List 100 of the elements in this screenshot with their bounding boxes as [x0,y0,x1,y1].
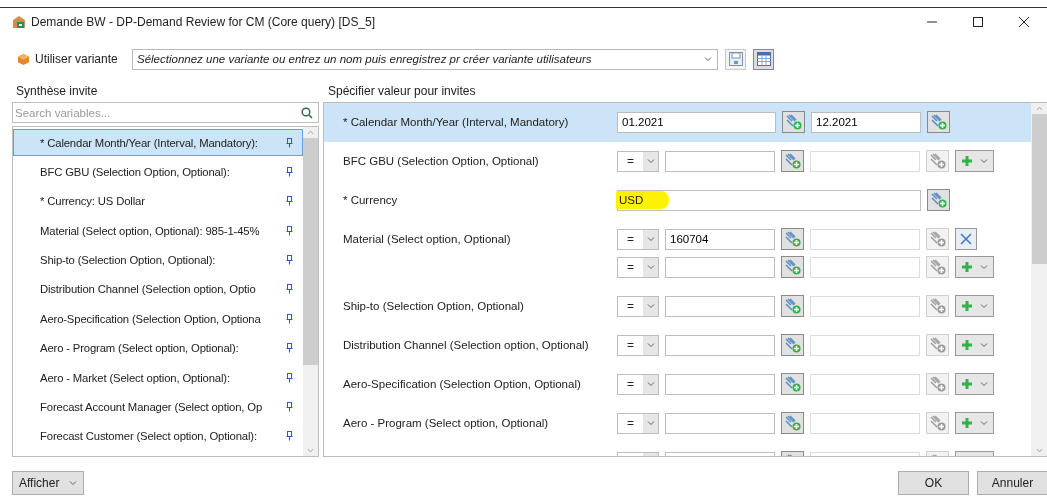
prompt-row[interactable]: * Calendar Month/Year (Interval, Mandatory) 01.2021 12.2021 [324,103,1031,142]
pin-icon[interactable] [286,284,293,295]
add-dropdown-button[interactable] [955,373,994,395]
scrollbar[interactable] [303,127,318,456]
search-field[interactable]: Search variables... [12,102,319,123]
range-field[interactable] [810,334,920,356]
stripes-plus-icon [784,376,801,392]
plus-icon [961,378,973,390]
operator-dropdown[interactable]: = [617,373,659,395]
display-dropdown-button[interactable]: Afficher [12,471,84,495]
pin-icon[interactable] [286,402,293,412]
stripes-plus-icon [785,114,802,130]
variable-item[interactable]: Aero - Market (Select option, Optional): [13,364,303,392]
variable-item[interactable]: Aero - Program (Select option, Optional): [13,334,303,362]
cancel-button[interactable]: Annuler [977,471,1047,495]
variant-combobox[interactable]: Sélectionnez une variante ou entrez un nom puis enregistrez pr créer variante utilisateurs [132,48,718,70]
value-help-button[interactable] [927,111,950,133]
variable-item[interactable]: * Currency: US Dollar [13,187,303,215]
variable-item[interactable]: Distribution Channel (Selection option, Optio [13,275,303,303]
chevron-down-icon [646,236,655,242]
operator-dropdown[interactable]: = [617,256,659,278]
value-help-button[interactable] [926,412,949,434]
plus-icon [961,261,973,273]
operator-dropdown[interactable]: = [617,412,659,434]
table-button[interactable] [753,48,774,70]
variable-item[interactable]: BFC GBU (Selection Option, Optional): [13,158,303,186]
ok-button[interactable]: OK [898,471,969,495]
value-field[interactable] [665,373,775,395]
value-field[interactable]: USD [617,189,921,211]
prompt-row[interactable]: * Currency USD [324,181,1031,220]
prompt-row[interactable]: BFC GBU (Selection Option, Optional) = [324,142,1031,181]
variable-item[interactable]: Forecast Customer (Select option, Optional): [13,422,303,450]
add-dropdown-button[interactable] [955,334,994,356]
prompt-row[interactable]: Material (Select option, Optional) = 160704 = [324,220,1031,287]
operator-dropdown[interactable]: = [617,150,659,172]
range-field[interactable] [810,228,920,250]
pin-icon[interactable] [286,313,293,324]
prompt-row[interactable]: Ship-to (Selection Option, Optional) = [324,287,1031,326]
chevron-up-icon [1035,106,1043,111]
value-field[interactable] [665,256,775,278]
value-field[interactable] [665,334,775,356]
pin-icon[interactable] [286,255,293,266]
range-field[interactable] [810,256,920,278]
value-help-button[interactable] [781,295,804,317]
value-help-button[interactable] [926,373,949,395]
scrollbar-thumb[interactable] [303,138,318,365]
value-help-button[interactable] [782,111,805,133]
save-button[interactable] [725,48,746,70]
value-field[interactable]: 160704 [665,228,775,250]
to-field[interactable]: 12.2021 [811,111,921,133]
pin-icon[interactable] [286,225,293,236]
scrollbar[interactable] [1031,103,1047,456]
prompt-row[interactable]: Aero - Program (Select option, Optional) = [324,404,1031,443]
value-help-button[interactable] [926,150,949,172]
variable-item[interactable]: Ship-to (Selection Option, Optional): [13,246,303,274]
operator-dropdown[interactable]: = [617,295,659,317]
value-help-button[interactable] [926,334,949,356]
prompt-row[interactable]: Aero-Specification (Selection Option, Optional) = [324,365,1031,404]
range-field[interactable] [810,150,920,172]
chevron-down-icon [980,158,988,164]
variable-item[interactable]: Aero-Specification (Selection Option, Optiona [13,305,303,333]
range-field[interactable] [810,373,920,395]
operator-dropdown[interactable]: = [617,334,659,356]
value-help-button[interactable] [781,256,804,278]
stripes-plus-icon [929,153,946,169]
prompt-label: BFC GBU (Selection Option, Optional) [343,154,539,169]
pin-icon[interactable] [286,431,293,442]
pin-icon[interactable] [286,196,293,207]
add-dropdown-button[interactable] [955,256,994,278]
stripes-plus-icon [929,415,946,431]
pin-icon[interactable] [286,137,293,148]
value-help-button[interactable] [781,150,804,172]
variable-item[interactable]: Forecast Account Manager (Select option, Op [13,393,303,421]
value-help-button[interactable] [781,228,804,250]
value-field[interactable] [665,412,775,434]
from-field[interactable]: 01.2021 [617,111,776,133]
variable-item[interactable]: * Calendar Month/Year (Interval, Mandatory): [13,129,303,156]
value-help-button[interactable] [926,295,949,317]
scrollbar-thumb[interactable] [1031,114,1047,264]
value-help-button[interactable] [781,412,804,434]
variable-item[interactable]: Material (Select option, Optional): 985-1-45% [13,217,303,245]
value-help-button[interactable] [927,189,950,211]
value-field[interactable] [665,295,775,317]
operator-dropdown[interactable]: = [617,228,659,250]
pin-icon[interactable] [286,166,293,177]
add-dropdown-button[interactable] [955,150,994,172]
pin-icon[interactable] [286,372,293,383]
add-dropdown-button[interactable] [955,412,994,434]
value-field[interactable] [665,150,775,172]
prompt-row[interactable]: Distribution Channel (Selection option, Optional) = [324,326,1031,365]
value-help-button[interactable] [926,228,949,250]
add-dropdown-button[interactable] [955,295,994,317]
chevron-down-icon [980,264,988,270]
value-help-button[interactable] [781,373,804,395]
value-help-button[interactable] [781,334,804,356]
pin-icon[interactable] [286,343,293,354]
delete-button[interactable] [955,228,977,250]
value-help-button[interactable] [926,256,949,278]
range-field[interactable] [810,295,920,317]
range-field[interactable] [810,412,920,434]
